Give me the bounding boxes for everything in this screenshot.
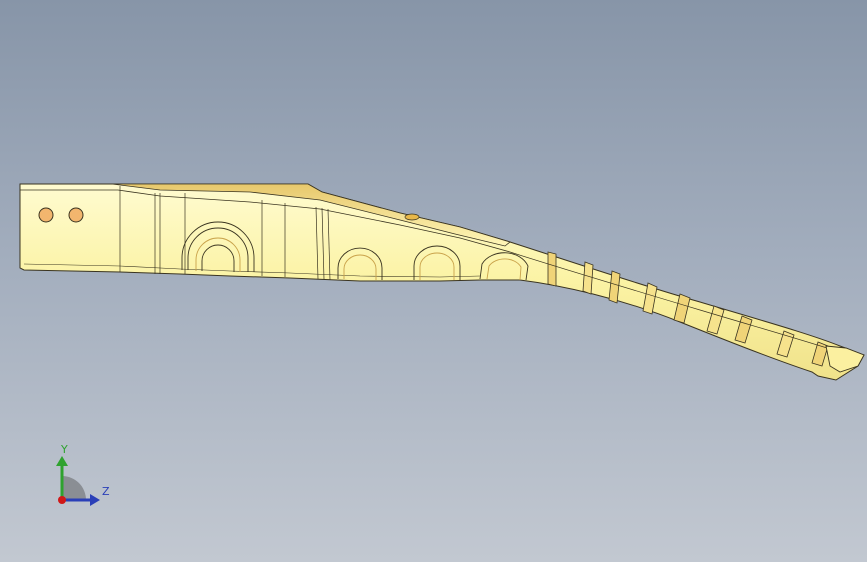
top-boss [404,213,420,221]
y-axis-label: Y [61,443,68,456]
y-axis-arrow [56,456,68,466]
z-axis-arrow [90,494,100,506]
x-axis-dot [58,496,66,504]
part-model[interactable] [0,0,867,562]
triad-quadrant [62,476,86,500]
mounting-hole-2[interactable] [68,207,84,223]
coordinate-triad: Y Z [48,440,118,510]
part-body[interactable] [19,183,865,381]
graphics-viewport[interactable]: Y Z [0,0,867,562]
mounting-hole-1[interactable] [38,207,54,223]
triad-graphic [56,456,100,506]
z-axis-label: Z [102,485,110,498]
